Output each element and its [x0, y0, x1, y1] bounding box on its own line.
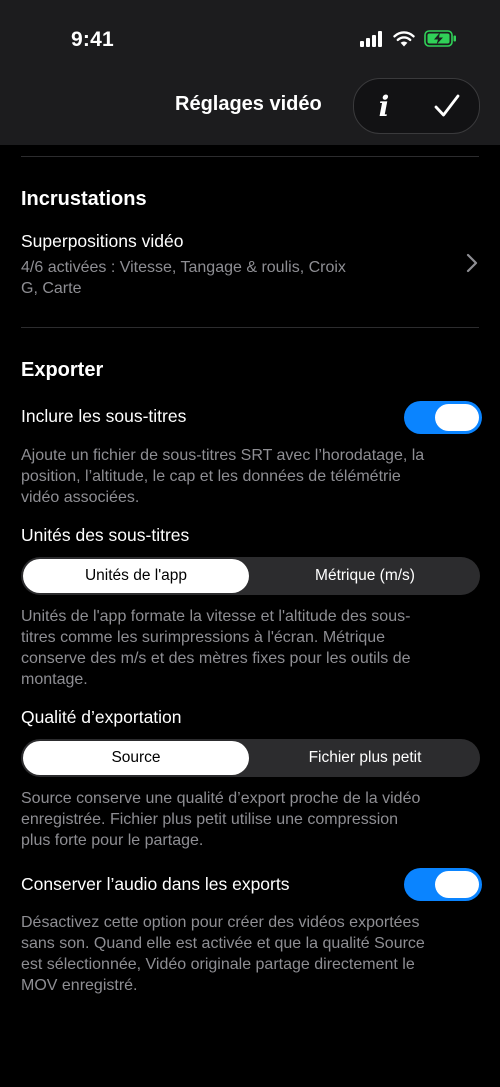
divider	[21, 156, 479, 157]
done-button[interactable]	[416, 79, 478, 133]
units-desc-line1: Unités de l'app formate la vitesse et l'…	[21, 608, 411, 625]
subtitle-units-segmented-control: Unités de l'app Métrique (m/s)	[21, 557, 480, 595]
info-icon: i	[378, 89, 390, 123]
wifi-icon	[393, 30, 415, 46]
subtitles-toggle[interactable]	[404, 401, 482, 434]
audio-desc-line4: MOV enregistré.	[21, 977, 138, 994]
cellular-signal-icon	[360, 30, 382, 47]
checkmark-icon	[434, 94, 460, 117]
quality-desc-line3: plus forte pour le partage.	[21, 832, 204, 849]
segment-app-units[interactable]: Unités de l'app	[23, 559, 249, 593]
subtitles-desc-line2: position, l’altitude, le cap et les donn…	[21, 468, 401, 485]
audio-desc-line3: est sélectionnée, Vidéo originale partag…	[21, 956, 415, 973]
navigation-header: 9:41 Réglages vidéo i	[0, 0, 500, 145]
video-overlays-row[interactable]: Superpositions vidéo 4/6 activées : Vite…	[0, 225, 500, 305]
battery-charging-icon	[424, 30, 456, 47]
status-icons	[360, 30, 458, 47]
subtitles-desc-line3: vidéo associées.	[21, 489, 140, 506]
keep-audio-toggle[interactable]	[404, 868, 482, 901]
toggle-knob	[435, 871, 479, 898]
status-time: 9:41	[71, 28, 114, 51]
export-quality-segmented-control: Source Fichier plus petit	[21, 739, 480, 777]
page-title: Réglages vidéo	[175, 93, 322, 115]
subtitles-desc-line1: Ajoute un fichier de sous-titres SRT ave…	[21, 447, 425, 464]
chevron-right-icon	[466, 253, 478, 273]
export-quality-label: Qualité d’exportation	[21, 707, 182, 727]
quality-desc-line2: enregistrée. Fichier plus petit utilise …	[21, 811, 399, 828]
video-overlays-title: Superpositions vidéo	[21, 231, 184, 251]
export-section-title: Exporter	[21, 359, 104, 381]
subtitles-toggle-label: Inclure les sous-titres	[21, 406, 187, 426]
segment-source[interactable]: Source	[23, 741, 249, 775]
subtitle-units-label: Unités des sous-titres	[21, 525, 190, 545]
units-desc-line4: montage.	[21, 671, 88, 688]
audio-desc-line2: sans son. Quand elle est activée et que …	[21, 935, 425, 952]
overlays-section-title: Incrustations	[21, 188, 147, 210]
video-overlays-detail-line2: G, Carte	[21, 280, 82, 297]
segment-metric[interactable]: Métrique (m/s)	[252, 559, 478, 593]
toggle-knob	[435, 404, 479, 431]
video-overlays-detail-line1: 4/6 activées : Vitesse, Tangage & roulis…	[21, 259, 346, 276]
info-button[interactable]: i	[354, 79, 414, 133]
segment-smaller-file[interactable]: Fichier plus petit	[252, 741, 478, 775]
units-desc-line2: titres comme les surimpressions à l'écra…	[21, 629, 386, 646]
keep-audio-label: Conserver l’audio dans les exports	[21, 874, 290, 894]
quality-desc-line1: Source conserve une qualité d’export pro…	[21, 790, 421, 807]
nav-actions: i	[353, 78, 480, 134]
audio-desc-line1: Désactivez cette option pour créer des v…	[21, 914, 420, 931]
units-desc-line3: conserve des m/s et des mètres fixes pou…	[21, 650, 411, 667]
divider	[21, 327, 479, 328]
